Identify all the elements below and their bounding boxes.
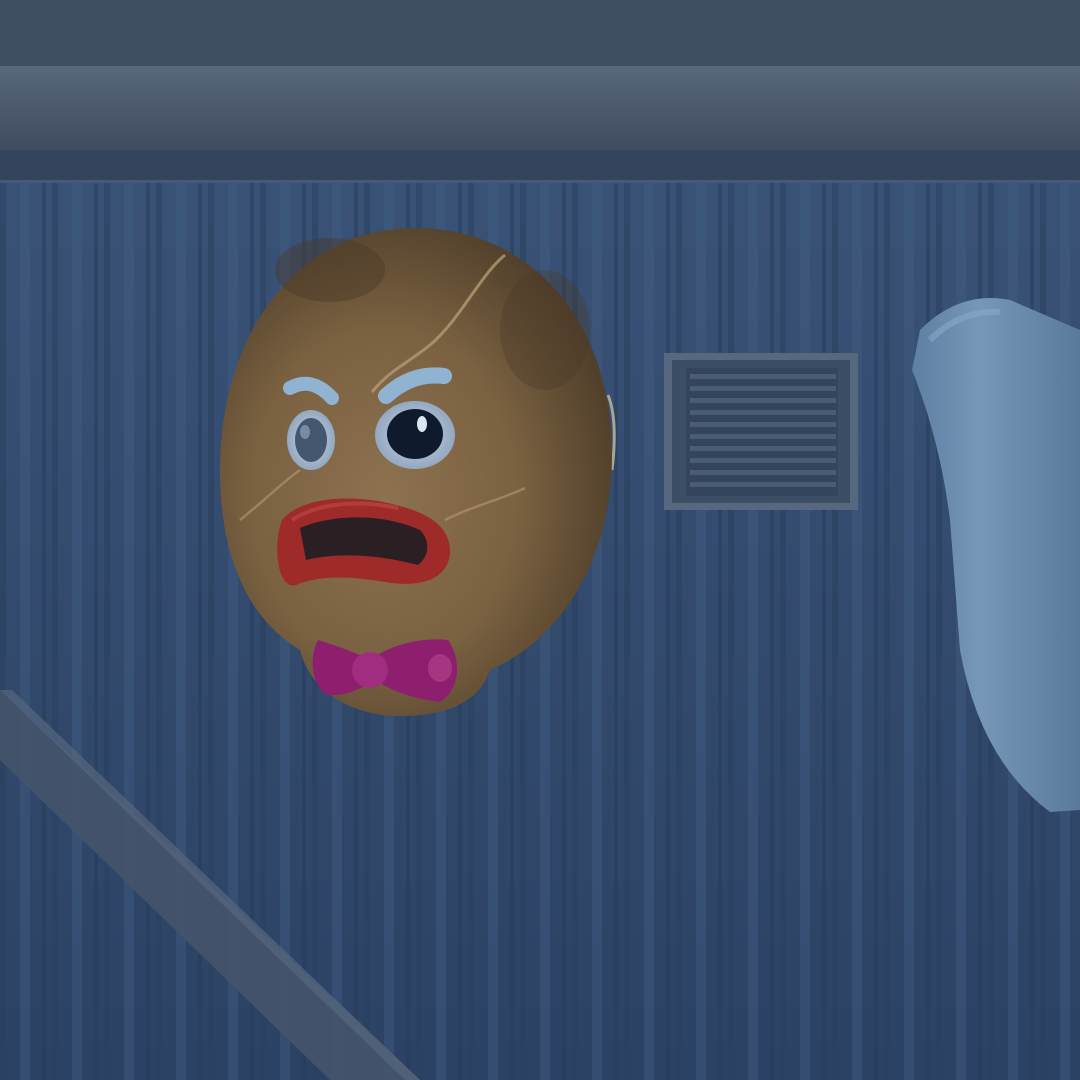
ceiling-beam xyxy=(0,66,1080,152)
ceiling-panel xyxy=(0,0,1080,70)
scene-canvas xyxy=(0,0,1080,1080)
left-eye xyxy=(287,410,335,470)
right-eye xyxy=(375,401,455,469)
game-scene xyxy=(0,0,1080,1080)
beam-shadow xyxy=(0,150,1080,184)
wall-vent xyxy=(664,353,858,510)
